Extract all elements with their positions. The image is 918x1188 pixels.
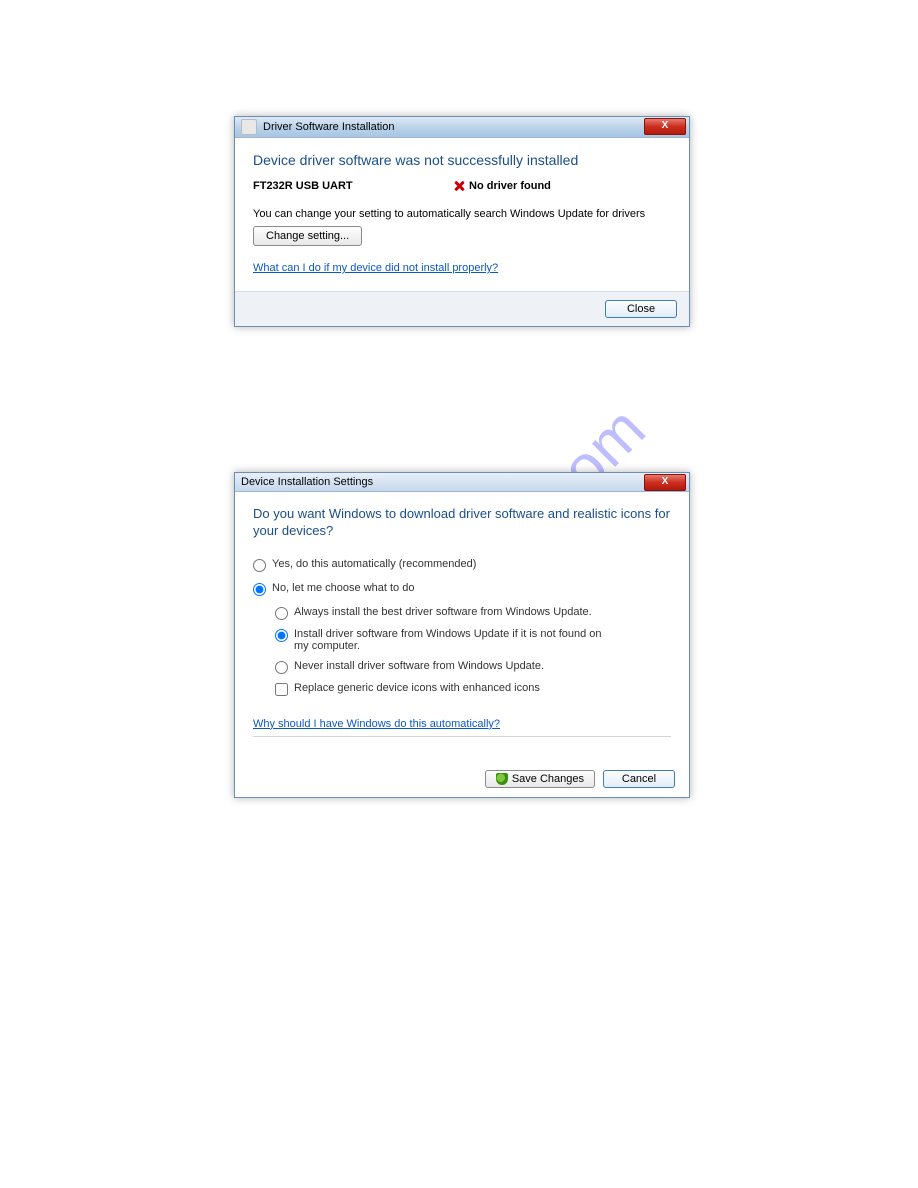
dialog2-title: Device Installation Settings	[241, 476, 373, 488]
dialog2-body: Do you want Windows to download driver s…	[235, 492, 689, 745]
radio-sub-never-row[interactable]: Never install driver software from Windo…	[275, 660, 671, 674]
help-link-dialog1[interactable]: What can I do if my device did not insta…	[253, 262, 498, 274]
radio-sub-always-label: Always install the best driver software …	[294, 606, 592, 618]
sub-options-group: Always install the best driver software …	[275, 606, 671, 696]
device-name-text: FT232R USB UART	[253, 180, 453, 192]
driver-install-dialog: Driver Software Installation X Device dr…	[234, 116, 690, 327]
dialog1-body: Device driver software was not successfu…	[235, 138, 689, 284]
dialog2-titlebar: Device Installation Settings X	[235, 473, 689, 492]
dialog2-divider	[253, 736, 671, 737]
device-settings-dialog: Device Installation Settings X Do you wa…	[234, 472, 690, 798]
radio-no-row[interactable]: No, let me choose what to do	[253, 582, 671, 596]
dialog2-footer: Save Changes Cancel	[235, 761, 689, 797]
error-x-icon	[453, 180, 465, 192]
radio-sub-always-row[interactable]: Always install the best driver software …	[275, 606, 671, 620]
radio-yes-label: Yes, do this automatically (recommended)	[272, 558, 476, 570]
radio-yes[interactable]	[253, 559, 266, 572]
save-changes-button[interactable]: Save Changes	[485, 770, 595, 788]
dialog1-headline: Device driver software was not successfu…	[253, 152, 671, 168]
checkbox-icons[interactable]	[275, 683, 288, 696]
dialog2-close-button[interactable]: X	[644, 474, 686, 491]
device-status-row: FT232R USB UART No driver found	[253, 180, 671, 192]
dialog1-close-button[interactable]: X	[644, 118, 686, 135]
radio-sub-never[interactable]	[275, 661, 288, 674]
checkbox-icons-row[interactable]: Replace generic device icons with enhanc…	[275, 682, 671, 696]
radio-sub-always[interactable]	[275, 607, 288, 620]
installer-icon	[241, 119, 257, 135]
dialog1-footer: Close	[235, 291, 689, 326]
change-setting-button[interactable]: Change setting...	[253, 226, 362, 246]
save-changes-label: Save Changes	[512, 773, 584, 785]
dialog1-close-footer-button[interactable]: Close	[605, 300, 677, 318]
radio-sub-never-label: Never install driver software from Windo…	[294, 660, 544, 672]
radio-no-label: No, let me choose what to do	[272, 582, 414, 594]
search-update-text: You can change your setting to automatic…	[253, 208, 671, 220]
help-link-dialog2[interactable]: Why should I have Windows do this automa…	[253, 718, 500, 730]
radio-no[interactable]	[253, 583, 266, 596]
radio-yes-row[interactable]: Yes, do this automatically (recommended)	[253, 558, 671, 572]
radio-sub-installif[interactable]	[275, 629, 288, 642]
radio-sub-installif-row[interactable]: Install driver software from Windows Upd…	[275, 628, 671, 652]
shield-icon	[496, 773, 508, 785]
checkbox-icons-label: Replace generic device icons with enhanc…	[294, 682, 540, 694]
device-status-text: No driver found	[469, 180, 551, 192]
dialog1-titlebar: Driver Software Installation X	[235, 117, 689, 138]
dialog1-title: Driver Software Installation	[263, 121, 394, 133]
cancel-button[interactable]: Cancel	[603, 770, 675, 788]
radio-sub-installif-label: Install driver software from Windows Upd…	[294, 628, 614, 652]
device-status: No driver found	[453, 180, 551, 192]
dialog2-headline: Do you want Windows to download driver s…	[253, 506, 671, 540]
